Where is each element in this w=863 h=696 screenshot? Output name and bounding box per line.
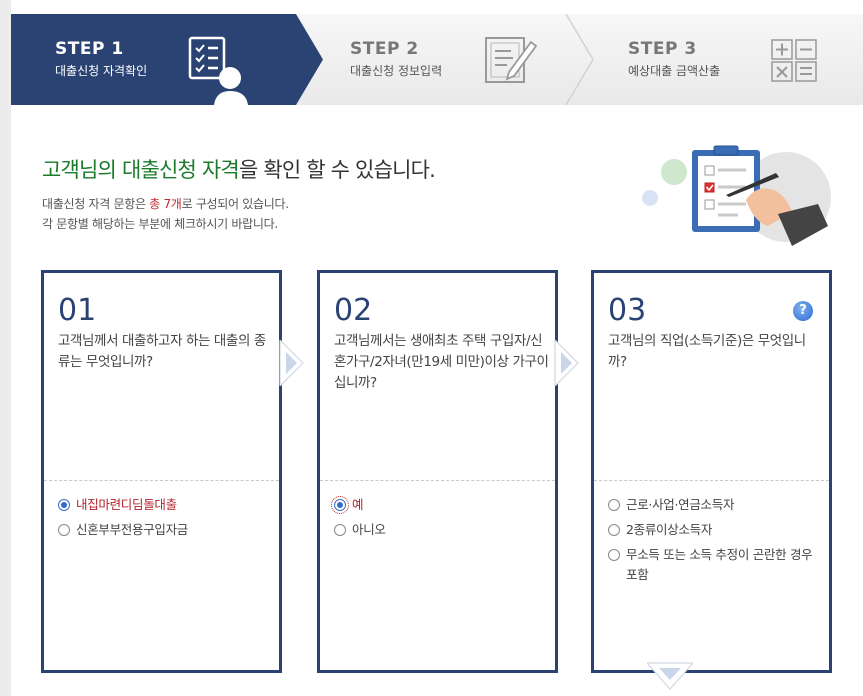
option-label[interactable]: 근로·사업·연금소득자 — [626, 495, 734, 515]
question-number: 01 — [58, 293, 97, 328]
question-card-1: 01 고객님께서 대출하고자 하는 대출의 종류는 무엇입니까? 내집마련디딤돌… — [41, 270, 282, 673]
radio-option[interactable]: 아니오 — [334, 520, 549, 540]
divider — [44, 480, 279, 481]
checklist-illustration — [642, 145, 831, 246]
description-text: 대출신청 자격 문항은 — [42, 197, 150, 211]
divider — [594, 480, 829, 481]
option-label[interactable]: 아니오 — [352, 520, 386, 540]
option-label[interactable]: 2종류이상소득자 — [626, 520, 712, 540]
question-number: 03 — [608, 293, 647, 328]
description-line-2: 각 문항별 해당하는 부분에 체크하시기 바랍니다. — [42, 217, 278, 231]
step-2-subtitle: 대출신청 정보입력 — [350, 64, 443, 78]
radio-button[interactable] — [331, 496, 349, 514]
option-label[interactable]: 신혼부부전용구입자금 — [76, 520, 188, 540]
calculator-icon — [771, 39, 817, 82]
page-title-highlight: 고객님의 대출신청 자격 — [42, 158, 240, 182]
question-text: 고객님께서는 생애최초 주택 구입자/신혼가구/2자녀(만19세 미만)이상 가… — [334, 333, 549, 391]
option-label[interactable]: 내집마련디딤돌대출 — [76, 495, 177, 515]
radio-button[interactable] — [608, 499, 620, 511]
page-title: 고객님의 대출신청 자격을 확인 할 수 있습니다. — [42, 154, 436, 184]
step-1-subtitle: 대출신청 자격확인 — [55, 64, 148, 78]
question-card-3: 03 ? 고객님의 직업(소득기준)은 무엇입니까? 근로·사업·연금소득자 2… — [591, 270, 832, 673]
option-list: 내집마련디딤돌대출 신혼부부전용구입자금 — [58, 495, 273, 545]
checklist-person-icon — [188, 36, 248, 105]
question-text: 고객님께서 대출하고자 하는 대출의 종류는 무엇입니까? — [58, 333, 266, 370]
page: STEP 1 대출신청 자격확인 STEP 2 대출신청 정보입력 STEP 3 — [11, 0, 863, 696]
radio-button[interactable] — [58, 524, 70, 536]
radio-option[interactable]: 예 — [331, 495, 549, 515]
step-3-subtitle: 예상대출 금액산출 — [628, 64, 721, 78]
description-line-1: 대출신청 자격 문항은 총 7개로 구성되어 있습니다. — [42, 195, 289, 212]
chevron-right-icon — [279, 340, 304, 386]
radio-option[interactable]: 무소득 또는 소득 추정이 곤란한 경우 포함 — [608, 545, 823, 585]
chevron-right-icon — [554, 340, 579, 386]
question-card-2: 02 고객님께서는 생애최초 주택 구입자/신혼가구/2자녀(만19세 미만)이… — [317, 270, 558, 673]
chevron-down-icon — [647, 662, 693, 690]
option-label[interactable]: 무소득 또는 소득 추정이 곤란한 경우 포함 — [626, 545, 823, 585]
divider — [320, 480, 555, 481]
help-icon[interactable]: ? — [793, 301, 813, 321]
radio-button[interactable] — [608, 549, 620, 561]
option-list: 예 아니오 — [331, 495, 549, 545]
form-pen-icon — [485, 37, 538, 83]
step-progress-bar: STEP 1 대출신청 자격확인 STEP 2 대출신청 정보입력 STEP 3 — [11, 14, 863, 105]
radio-button[interactable] — [608, 524, 620, 536]
radio-button[interactable] — [58, 499, 70, 511]
page-title-rest: 을 확인 할 수 있습니다. — [238, 158, 436, 182]
description-text: 로 구성되어 있습니다. — [181, 197, 290, 211]
radio-option[interactable]: 신혼부부전용구입자금 — [58, 520, 273, 540]
step-1-title: STEP 1 — [55, 39, 124, 59]
radio-button[interactable] — [334, 524, 346, 536]
question-number: 02 — [334, 293, 373, 328]
option-list: 근로·사업·연금소득자 2종류이상소득자 무소득 또는 소득 추정이 곤란한 경… — [608, 495, 823, 590]
step-bar-background — [11, 14, 863, 105]
radio-option[interactable]: 2종류이상소득자 — [608, 520, 823, 540]
option-label[interactable]: 예 — [352, 495, 364, 515]
step-2-title: STEP 2 — [350, 39, 419, 59]
step-3-title: STEP 3 — [628, 39, 697, 59]
radio-option[interactable]: 근로·사업·연금소득자 — [608, 495, 823, 515]
question-text: 고객님의 직업(소득기준)은 무엇입니까? — [608, 333, 806, 370]
question-count: 총 7개 — [149, 197, 182, 211]
radio-option[interactable]: 내집마련디딤돌대출 — [58, 495, 273, 515]
